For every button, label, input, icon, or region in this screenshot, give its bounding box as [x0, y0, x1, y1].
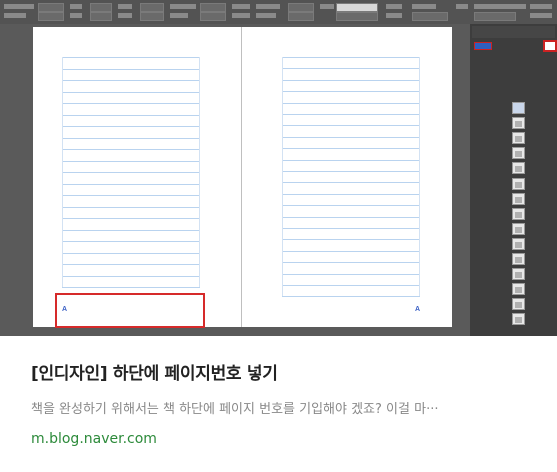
text-frame-line: [62, 80, 200, 81]
text-frame-line: [282, 68, 420, 70]
page-thumbnail[interactable]: [512, 147, 525, 160]
text-frame-line: [282, 148, 420, 150]
page-thumbnail[interactable]: [512, 102, 525, 114]
text-frame-line: [282, 91, 420, 93]
none-master-icon[interactable]: [543, 40, 557, 52]
text-frame-line: [282, 216, 420, 218]
text-frame-line: [282, 102, 420, 104]
text-frame-line: [282, 171, 420, 172]
left-page-text-lines: [62, 57, 200, 288]
text-frame-line: [282, 57, 420, 58]
thumbnail-content: [515, 181, 522, 188]
text-frame-line: [62, 68, 200, 70]
text-frame-line: [62, 275, 200, 277]
text-frame-line: [62, 264, 200, 265]
text-frame-line: [282, 239, 420, 241]
text-frame-line: [62, 287, 200, 288]
text-frame-line: [62, 252, 200, 254]
thumbnail-content: [515, 226, 522, 233]
page-thumbnail[interactable]: [512, 283, 525, 296]
page-thumbnail[interactable]: [512, 162, 525, 175]
thumbnail-content: [515, 121, 522, 128]
page-thumbnail[interactable]: [512, 222, 525, 235]
text-frame-line: [282, 250, 420, 252]
right-page-text-lines: [282, 57, 420, 298]
text-frame-line: [62, 114, 200, 116]
page-thumbnail[interactable]: [512, 177, 525, 190]
thumbnail-content: [515, 302, 522, 309]
post-title[interactable]: [인디자인] 하단에 페이지번호 넣기: [31, 359, 278, 384]
post-description: 책을 완성하기 위해서는 책 하단에 페이지 번호를 기입해야 겠죠? 이걸 마…: [31, 402, 439, 417]
text-frame-line: [282, 296, 420, 298]
page-number-highlight-box: [55, 293, 205, 328]
text-frame-line: [62, 160, 200, 162]
text-frame-edge: [282, 57, 283, 297]
thumbnail-content: [515, 272, 522, 279]
spread-spine: [241, 27, 242, 327]
text-frame-line: [62, 126, 200, 127]
thumbnail-content: [515, 151, 522, 158]
control-panel-toolbar: [0, 0, 557, 25]
text-frame-line: [282, 273, 420, 275]
page-thumbnail[interactable]: [512, 237, 525, 250]
text-frame-line: [62, 103, 200, 104]
text-frame-edge: [62, 57, 63, 287]
thumbnail-content: [515, 196, 522, 203]
thumbnail-content: [515, 166, 522, 173]
link-preview-card[interactable]: A A [인디자인] 하단에 페이지번호 넣기 책을 완성하기 위해서는 책 하…: [0, 0, 557, 472]
text-frame-line: [62, 91, 200, 93]
page-thumbnail[interactable]: [512, 253, 525, 265]
page-thumbnail[interactable]: [512, 192, 525, 205]
text-frame-line: [282, 136, 420, 138]
post-source-url[interactable]: m.blog.naver.com: [31, 431, 157, 447]
text-frame-line: [282, 79, 420, 81]
text-frame-line: [62, 149, 200, 150]
text-frame-line: [282, 228, 420, 229]
page-thumbnail[interactable]: [512, 298, 525, 311]
text-frame-line: [62, 172, 200, 173]
page-thumbnail[interactable]: [512, 268, 525, 281]
pages-panel-header: [472, 26, 555, 38]
text-frame-line: [62, 218, 200, 219]
text-frame-line: [62, 57, 200, 58]
text-frame-edge: [419, 57, 420, 297]
text-frame-line: [282, 159, 420, 161]
text-frame-line: [282, 125, 420, 127]
text-frame-line: [62, 241, 200, 242]
text-frame-line: [282, 193, 420, 195]
indesign-screenshot[interactable]: A A: [0, 0, 557, 336]
text-frame-line: [62, 137, 200, 139]
text-frame-line: [62, 206, 200, 208]
master-page-tab[interactable]: [474, 42, 492, 50]
thumbnail-content: [515, 136, 522, 143]
text-frame-line: [282, 285, 420, 286]
thumbnail-content: [515, 317, 522, 324]
text-frame-line: [62, 183, 200, 185]
text-frame-edge: [199, 57, 200, 287]
page-thumbnail[interactable]: [512, 117, 525, 130]
text-frame-line: [282, 262, 420, 264]
text-frame-line: [282, 205, 420, 207]
right-page-number-marker: A: [415, 306, 421, 313]
page-thumbnail[interactable]: [512, 132, 525, 145]
thumbnail-content: [515, 257, 522, 263]
thumbnail-content: [515, 241, 522, 248]
text-frame-line: [62, 195, 200, 196]
text-frame-line: [282, 182, 420, 184]
text-frame-line: [62, 229, 200, 231]
page-thumbnail[interactable]: [512, 207, 525, 220]
thumbnail-content: [515, 287, 522, 294]
page-thumbnail[interactable]: [512, 313, 525, 326]
text-frame-line: [282, 114, 420, 115]
thumbnail-content: [515, 211, 522, 218]
